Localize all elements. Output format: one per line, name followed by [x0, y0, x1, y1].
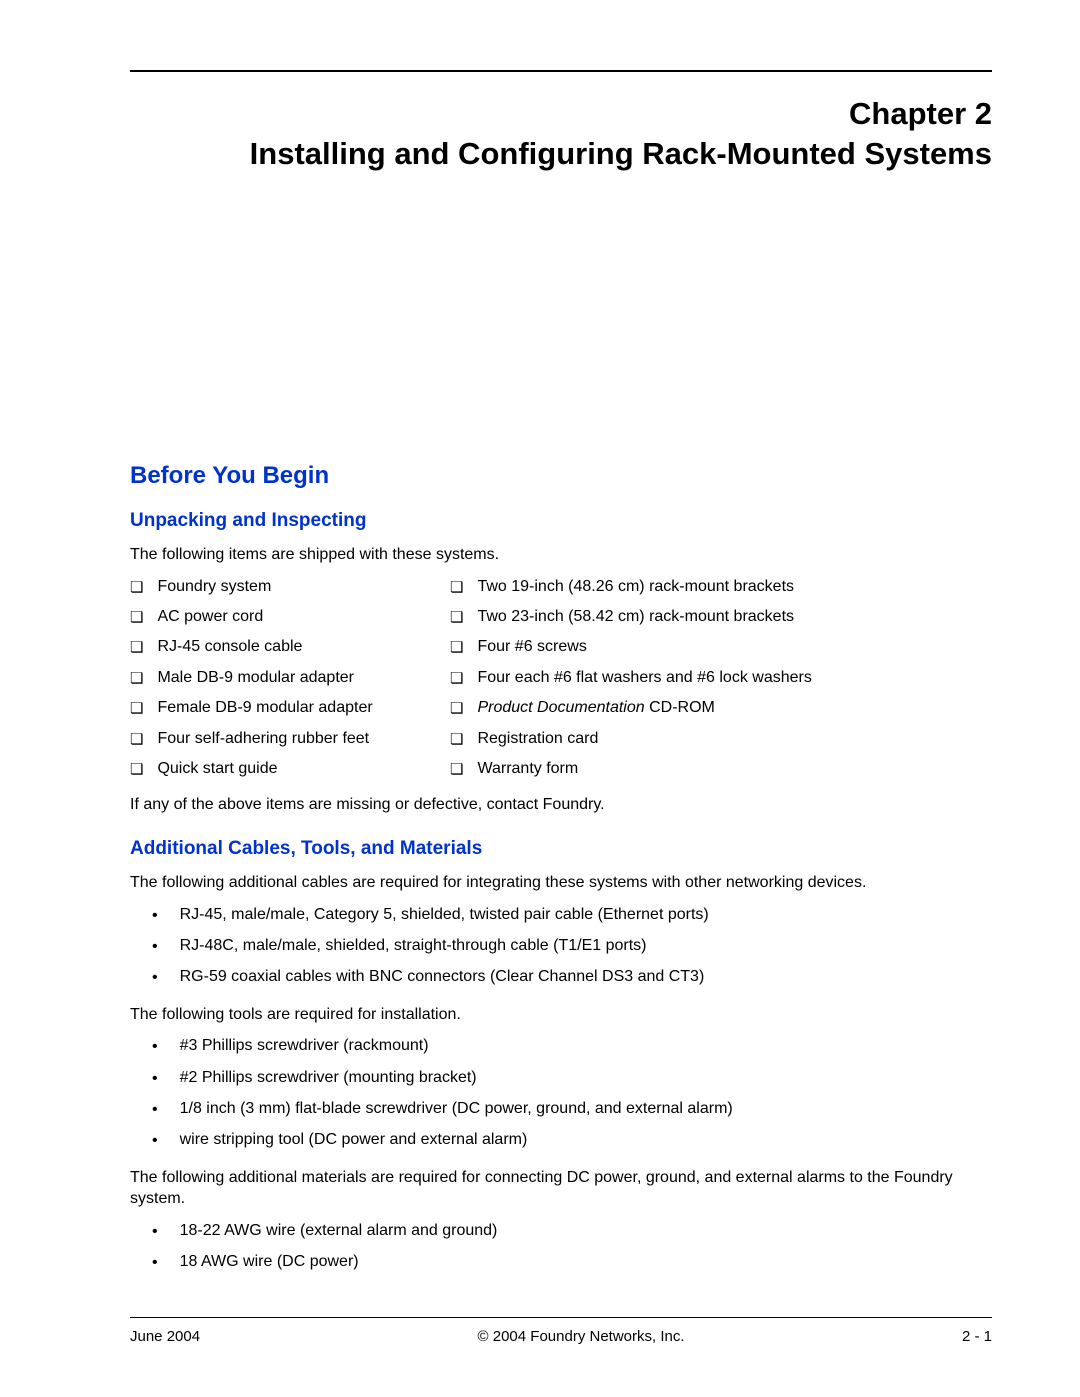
- check-label: Four #6 screws: [477, 636, 586, 658]
- check-item: ❏ Four #6 screws: [450, 636, 812, 658]
- italic-text: Product Documentation: [477, 699, 644, 716]
- bullet-item: • RG-59 coaxial cables with BNC connector…: [130, 966, 992, 989]
- footer-rule: [130, 1317, 992, 1318]
- check-item: ❏ Quick start guide: [130, 758, 450, 780]
- check-label: Warranty form: [477, 758, 578, 780]
- bullet-icon: •: [152, 1099, 158, 1121]
- checkbox-icon: ❏: [130, 577, 143, 598]
- check-label: Four each #6 flat washers and #6 lock wa…: [477, 667, 811, 689]
- check-item: ❏ Four self-adhering rubber feet: [130, 728, 450, 750]
- bullet-label: 18 AWG wire (DC power): [180, 1251, 359, 1273]
- check-item: ❏ Registration card: [450, 728, 812, 750]
- tools-list: • #3 Phillips screwdriver (rackmount) • #2…: [130, 1035, 992, 1153]
- bullet-item: • wire stripping tool (DC power and exter…: [130, 1129, 992, 1152]
- bullet-label: RJ-48C, male/male, shielded, straight-th…: [180, 935, 647, 957]
- additional-p1: The following additional cables are requ…: [130, 872, 992, 894]
- check-label: Female DB-9 modular adapter: [157, 697, 372, 719]
- check-label: Quick start guide: [157, 758, 277, 780]
- bullet-label: 18-22 AWG wire (external alarm and groun…: [180, 1220, 498, 1242]
- check-label: RJ-45 console cable: [157, 636, 302, 658]
- checkbox-icon: ❏: [450, 759, 463, 780]
- check-item: ❏ Four each #6 flat washers and #6 lock w…: [450, 667, 812, 689]
- footer-copyright: © 2004 Foundry Networks, Inc.: [478, 1328, 685, 1345]
- bullet-label: #2 Phillips screwdriver (mounting bracke…: [180, 1067, 477, 1089]
- check-label: Registration card: [477, 728, 598, 750]
- check-item: ❏ AC power cord: [130, 606, 450, 628]
- check-item: ❏ Two 19-inch (48.26 cm) rack-mount brack…: [450, 576, 812, 598]
- check-item: ❏ Female DB-9 modular adapter: [130, 697, 450, 719]
- bullet-item: • RJ-45, male/male, Category 5, shielded,…: [130, 904, 992, 927]
- checkbox-icon: ❏: [130, 607, 143, 628]
- checkbox-icon: ❏: [450, 607, 463, 628]
- bullet-label: wire stripping tool (DC power and extern…: [180, 1129, 528, 1151]
- check-label: Male DB-9 modular adapter: [157, 667, 354, 689]
- bullet-label: #3 Phillips screwdriver (rackmount): [180, 1035, 429, 1057]
- section-heading-before-you-begin: Before You Begin: [130, 462, 992, 490]
- footer-page-number: 2 - 1: [962, 1328, 992, 1345]
- check-item: ❏ Two 23-inch (58.42 cm) rack-mount brack…: [450, 606, 812, 628]
- chapter-number: Chapter 2: [130, 96, 992, 132]
- bullet-icon: •: [152, 967, 158, 989]
- bullet-icon: •: [152, 1221, 158, 1243]
- bullet-item: • RJ-48C, male/male, shielded, straight-t…: [130, 935, 992, 958]
- checkbox-icon: ❏: [450, 698, 463, 719]
- shipped-items-columns: ❏ Foundry system ❏ AC power cord ❏ RJ-45 co…: [130, 576, 992, 781]
- check-label: Four self-adhering rubber feet: [157, 728, 369, 750]
- bullet-icon: •: [152, 1068, 158, 1090]
- bullet-icon: •: [152, 905, 158, 927]
- bullet-icon: •: [152, 1252, 158, 1274]
- chapter-title: Installing and Configuring Rack-Mounted …: [130, 136, 992, 172]
- checkbox-icon: ❏: [130, 637, 143, 658]
- plain-text: CD-ROM: [645, 699, 715, 716]
- checkbox-icon: ❏: [450, 729, 463, 750]
- check-item: ❏ RJ-45 console cable: [130, 636, 450, 658]
- check-label: AC power cord: [157, 606, 263, 628]
- additional-p3: The following additional materials are r…: [130, 1167, 992, 1210]
- checkbox-icon: ❏: [130, 729, 143, 750]
- subsection-heading-unpacking: Unpacking and Inspecting: [130, 510, 992, 532]
- bullet-item: • #3 Phillips screwdriver (rackmount): [130, 1035, 992, 1058]
- checkbox-icon: ❏: [450, 577, 463, 598]
- checkbox-icon: ❏: [130, 698, 143, 719]
- unpacking-intro: The following items are shipped with the…: [130, 544, 992, 566]
- checkbox-icon: ❏: [130, 668, 143, 689]
- bullet-item: • 18-22 AWG wire (external alarm and grou…: [130, 1220, 992, 1243]
- checkbox-icon: ❏: [450, 668, 463, 689]
- cables-list: • RJ-45, male/male, Category 5, shielded,…: [130, 904, 992, 990]
- additional-p2: The following tools are required for ins…: [130, 1004, 992, 1026]
- shipped-items-right: ❏ Two 19-inch (48.26 cm) rack-mount brack…: [450, 576, 812, 781]
- page-footer: June 2004 © 2004 Foundry Networks, Inc. …: [130, 1317, 992, 1345]
- bullet-icon: •: [152, 936, 158, 958]
- check-label: Foundry system: [157, 576, 271, 598]
- check-label: Product Documentation CD-ROM: [477, 697, 714, 719]
- top-rule: [130, 70, 992, 72]
- bullet-item: • #2 Phillips screwdriver (mounting brack…: [130, 1067, 992, 1090]
- check-label: Two 23-inch (58.42 cm) rack-mount bracke…: [477, 606, 794, 628]
- checkbox-icon: ❏: [450, 637, 463, 658]
- shipped-items-left: ❏ Foundry system ❏ AC power cord ❏ RJ-45 co…: [130, 576, 450, 781]
- bullet-item: • 18 AWG wire (DC power): [130, 1251, 992, 1274]
- bullet-item: • 1/8 inch (3 mm) flat-blade screwdriver …: [130, 1098, 992, 1121]
- unpacking-outro: If any of the above items are missing or…: [130, 794, 992, 816]
- bullet-icon: •: [152, 1130, 158, 1152]
- check-label: Two 19-inch (48.26 cm) rack-mount bracke…: [477, 576, 794, 598]
- check-item: ❏ Product Documentation CD-ROM: [450, 697, 812, 719]
- check-item: ❏ Male DB-9 modular adapter: [130, 667, 450, 689]
- footer-date: June 2004: [130, 1328, 200, 1345]
- subsection-heading-additional: Additional Cables, Tools, and Materials: [130, 838, 992, 860]
- check-item: ❏ Warranty form: [450, 758, 812, 780]
- bullet-icon: •: [152, 1036, 158, 1058]
- check-item: ❏ Foundry system: [130, 576, 450, 598]
- bullet-label: RJ-45, male/male, Category 5, shielded, …: [180, 904, 709, 926]
- bullet-label: RG-59 coaxial cables with BNC connectors…: [180, 966, 705, 988]
- checkbox-icon: ❏: [130, 759, 143, 780]
- bullet-label: 1/8 inch (3 mm) flat-blade screwdriver (…: [180, 1098, 733, 1120]
- materials-list: • 18-22 AWG wire (external alarm and grou…: [130, 1220, 992, 1275]
